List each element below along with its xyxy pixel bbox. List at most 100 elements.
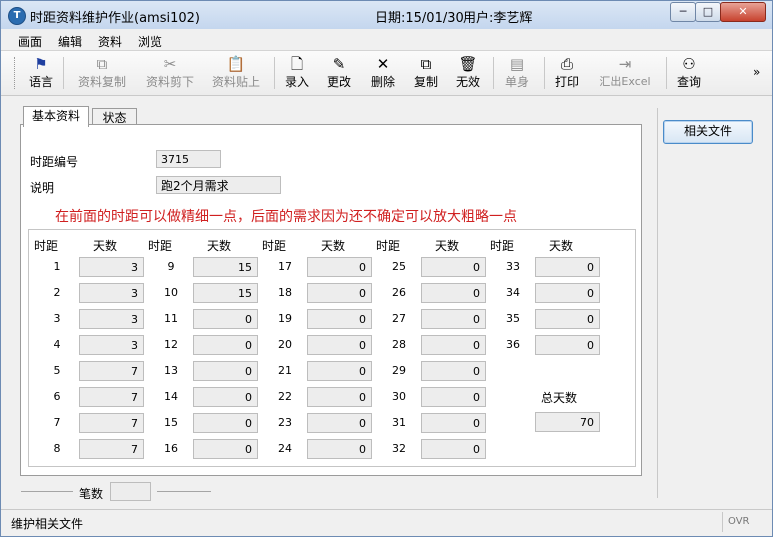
days-field[interactable]: 0 [307, 413, 372, 433]
related-files-button[interactable]: 相关文件 [663, 120, 753, 144]
menu-browse[interactable]: 浏览 [138, 33, 162, 50]
toolbar-button-printer[interactable]: ⎙ 打印 [552, 54, 582, 94]
toolbar-button-flag[interactable]: ⚑ 语言 [25, 54, 57, 94]
days-field[interactable]: 0 [193, 387, 258, 407]
maximize-button[interactable]: □ [695, 2, 721, 22]
interval-number: 2 [53, 286, 61, 299]
interval-header: 时距 [262, 239, 287, 253]
interval-number: 12 [164, 338, 178, 351]
toolbar-button-new-document[interactable]: 🗋 录入 [283, 54, 311, 94]
days-field[interactable]: 15 [193, 257, 258, 277]
total-days-label: 总天数 [541, 391, 578, 405]
toolbar-button-scissors[interactable]: ✂ 资料剪下 [141, 54, 199, 94]
days-field[interactable]: 0 [421, 283, 486, 303]
days-field[interactable]: 0 [307, 335, 372, 355]
tab-basic-info[interactable]: 基本资料 [23, 106, 89, 127]
total-days-field[interactable]: 70 [535, 412, 600, 432]
toolbar-button-pencil[interactable]: ✎ 更改 [324, 54, 354, 94]
menu-bar: 画面 编辑 资料 浏览 [1, 30, 772, 51]
days-header: 天数 [435, 239, 460, 253]
close-button[interactable]: ✕ [720, 2, 766, 22]
status-separator [722, 512, 723, 532]
paste-icon: 📋 [226, 55, 246, 73]
id-label: 时距编号 [30, 155, 79, 169]
toolbar-button-paste[interactable]: 📋 资料贴上 [207, 54, 265, 94]
main-window: T 时距资料维护作业(amsi102) 日期:15/01/30 用户:李艺辉 ─… [0, 0, 773, 537]
interval-number: 11 [164, 312, 178, 325]
days-field[interactable]: 3 [79, 335, 144, 355]
days-field[interactable]: 0 [535, 283, 600, 303]
days-field[interactable]: 3 [79, 283, 144, 303]
toolbar-button-delete-x[interactable]: ✕ 删除 [368, 54, 398, 94]
interval-number: 24 [278, 442, 292, 455]
toolbar-label: 语言 [28, 75, 53, 89]
interval-header: 时距 [34, 239, 59, 253]
days-field[interactable]: 0 [421, 257, 486, 277]
interval-number: 35 [506, 312, 520, 325]
days-field[interactable]: 0 [421, 335, 486, 355]
days-field[interactable]: 0 [535, 257, 600, 277]
days-field[interactable]: 0 [307, 309, 372, 329]
days-header: 天数 [93, 239, 118, 253]
overwrite-mode-indicator: OVR [728, 516, 750, 527]
description-field[interactable]: 跑2个月需求 [156, 176, 281, 194]
interval-number: 27 [392, 312, 406, 325]
trash-icon: 🗑 [458, 55, 478, 73]
days-field[interactable]: 0 [421, 439, 486, 459]
days-field[interactable]: 0 [307, 439, 372, 459]
toolbar: ⚑ 语言 ⧉ 资料复制 ✂ 资料剪下 📋 资料贴上 🗋 录入 ✎ 更改 ✕ 删除 ⧉ 复制 🗑 无效 ▤ 单身 ⎙ 打印 ⇥… [1, 51, 772, 96]
toolbar-overflow-icon[interactable]: » [753, 65, 760, 79]
days-field[interactable]: 3 [79, 257, 144, 277]
days-field[interactable]: 0 [307, 361, 372, 381]
toolbar-button-copy[interactable]: ⧉ 复制 [411, 54, 441, 94]
toolbar-grip[interactable] [14, 57, 18, 89]
user-label: 用户:李艺辉 [463, 11, 533, 26]
days-field[interactable]: 0 [421, 309, 486, 329]
toolbar-separator [666, 57, 667, 89]
menu-data[interactable]: 资料 [98, 33, 122, 50]
days-field[interactable]: 0 [307, 387, 372, 407]
days-field[interactable]: 0 [535, 335, 600, 355]
days-field[interactable]: 0 [535, 309, 600, 329]
interval-number: 21 [278, 364, 292, 377]
toolbar-label: 查询 [676, 75, 701, 89]
days-field[interactable]: 0 [421, 387, 486, 407]
detail-icon: ▤ [509, 55, 525, 73]
days-field[interactable]: 3 [79, 309, 144, 329]
toolbar-button-copy-data[interactable]: ⧉ 资料复制 [73, 54, 131, 94]
toolbar-button-trash[interactable]: 🗑 无效 [453, 54, 483, 94]
days-field[interactable]: 0 [307, 257, 372, 277]
days-field[interactable]: 0 [307, 283, 372, 303]
days-field[interactable]: 0 [193, 439, 258, 459]
interval-number: 15 [164, 416, 178, 429]
menu-edit[interactable]: 编辑 [58, 33, 82, 50]
date-label: 日期:15/01/30 [375, 11, 464, 26]
days-field[interactable]: 0 [193, 335, 258, 355]
title-bar[interactable]: T 时距资料维护作业(amsi102) 日期:15/01/30 用户:李艺辉 ─… [1, 1, 772, 29]
interval-header: 时距 [148, 239, 173, 253]
toolbar-label: 资料复制 [77, 75, 126, 89]
interval-header: 时距 [490, 239, 515, 253]
days-field[interactable]: 7 [79, 387, 144, 407]
days-field[interactable]: 0 [193, 361, 258, 381]
copy-data-icon: ⧉ [96, 55, 108, 73]
interval-number: 33 [506, 260, 520, 273]
days-field[interactable]: 7 [79, 413, 144, 433]
record-count-field[interactable] [110, 482, 151, 501]
days-field[interactable]: 0 [193, 309, 258, 329]
days-field[interactable]: 0 [421, 413, 486, 433]
app-logo-icon: T [8, 7, 26, 25]
annotation-note: 在前面的时距可以做精细一点，后面的需求因为还不确定可以放大粗略一点 [55, 209, 517, 225]
toolbar-button-export-excel[interactable]: ⇥ 汇出Excel [594, 54, 656, 94]
toolbar-button-detail[interactable]: ▤ 单身 [501, 54, 533, 94]
days-field[interactable]: 0 [421, 361, 486, 381]
record-count-label: 笔数 [79, 487, 104, 501]
menu-screen[interactable]: 画面 [18, 33, 42, 50]
minimize-button[interactable]: ─ [670, 2, 696, 22]
toolbar-button-binoculars[interactable]: ⚇ 查询 [674, 54, 704, 94]
days-field[interactable]: 0 [193, 413, 258, 433]
days-field[interactable]: 7 [79, 439, 144, 459]
days-field[interactable]: 15 [193, 283, 258, 303]
days-field[interactable]: 7 [79, 361, 144, 381]
id-field[interactable]: 3715 [156, 150, 221, 168]
